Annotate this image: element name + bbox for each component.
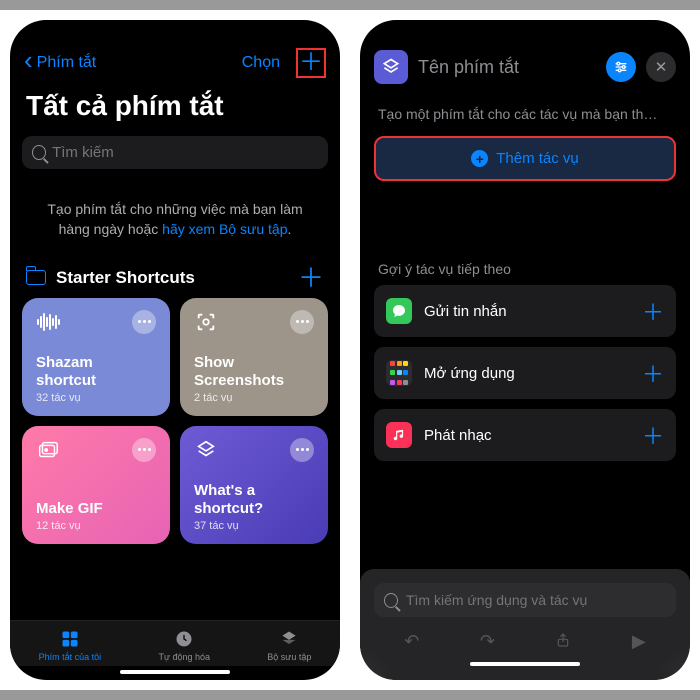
- shortcut-card[interactable]: Shazam shortcut 32 tác vụ: [22, 298, 170, 416]
- card-more-button[interactable]: [290, 310, 314, 334]
- suggestion-label: Gửi tin nhắn: [424, 303, 630, 320]
- editor-hint: Tạo một phím tắt cho các tác vụ mà bạn t…: [360, 92, 690, 136]
- add-suggestion-button[interactable]: ＋: [642, 295, 664, 327]
- suggestion-label: Phát nhạc: [424, 427, 630, 444]
- gallery-link[interactable]: hãy xem Bộ sưu tập: [162, 221, 287, 237]
- apps-grid-icon: [386, 360, 412, 386]
- shortcuts-icon: [194, 438, 218, 462]
- tab-automation[interactable]: Tự động hóa: [158, 629, 210, 662]
- tab-gallery[interactable]: Bộ sưu tập: [267, 629, 311, 662]
- redo-button[interactable]: ↷: [480, 631, 495, 654]
- shortcut-card[interactable]: What's a shortcut? 37 tác vụ: [180, 426, 328, 544]
- editor-header: Tên phím tắt ✕: [360, 40, 690, 92]
- shortcut-card[interactable]: Make GIF 12 tác vụ: [22, 426, 170, 544]
- card-subtitle: 2 tác vụ: [194, 392, 314, 404]
- play-button[interactable]: ▶: [632, 631, 646, 654]
- card-more-button[interactable]: [132, 438, 156, 462]
- tab-my-shortcuts[interactable]: Phím tắt của tôi: [39, 629, 102, 662]
- action-search-bar[interactable]: [374, 583, 676, 617]
- search-icon: [384, 593, 398, 608]
- card-title: Make GIF: [36, 500, 156, 518]
- chevron-left-icon: [24, 52, 35, 74]
- bottom-panel: ↶ ↷ ▶: [360, 569, 690, 680]
- page-title: Tất cả phím tắt: [10, 86, 340, 132]
- shortcut-grid: Shazam shortcut 32 tác vụ Show Screenshot…: [10, 298, 340, 544]
- card-more-button[interactable]: [132, 310, 156, 334]
- add-action-button[interactable]: + Thêm tác vụ: [374, 136, 676, 181]
- add-action-label: Thêm tác vụ: [496, 150, 579, 167]
- camera-frame-icon: [194, 310, 218, 334]
- back-label: Phím tắt: [37, 54, 97, 72]
- share-button[interactable]: [555, 631, 571, 654]
- select-button[interactable]: Chọn: [242, 54, 280, 72]
- card-title: Show Screenshots: [194, 354, 314, 390]
- card-subtitle: 12 tác vụ: [36, 520, 156, 532]
- back-button[interactable]: Phím tắt: [24, 52, 96, 74]
- card-title: What's a shortcut?: [194, 482, 314, 518]
- shortcut-app-icon[interactable]: [374, 50, 408, 84]
- empty-hint: Tạo phím tắt cho những việc mà bạn làm h…: [10, 181, 340, 260]
- add-suggestion-button[interactable]: ＋: [642, 357, 664, 389]
- search-icon: [32, 145, 46, 160]
- phone-right: Tên phím tắt ✕ Tạo một phím tắt cho các …: [360, 20, 690, 680]
- card-title: Shazam shortcut: [36, 354, 156, 390]
- messages-icon: [386, 298, 412, 324]
- suggestion-row[interactable]: Phát nhạc ＋: [374, 409, 676, 461]
- search-input[interactable]: [52, 144, 318, 161]
- card-more-button[interactable]: [290, 438, 314, 462]
- suggestion-row[interactable]: Gửi tin nhắn ＋: [374, 285, 676, 337]
- plus-circle-icon: +: [471, 150, 488, 167]
- section-header: Starter Shortcuts ＋: [10, 260, 340, 298]
- photos-icon: [36, 438, 60, 462]
- shortcut-name-field[interactable]: Tên phím tắt: [418, 57, 596, 78]
- waveform-icon: [36, 310, 60, 334]
- suggestion-label: Mở ứng dụng: [424, 365, 630, 382]
- shortcut-card[interactable]: Show Screenshots 2 tác vụ: [180, 298, 328, 416]
- phone-left: Phím tắt Chọn ＋ Tất cả phím tắt Tạo phím…: [10, 20, 340, 680]
- plus-icon: ＋: [299, 53, 323, 73]
- tab-bar: Phím tắt của tôi Tự động hóa Bộ sưu tập: [10, 620, 340, 666]
- home-indicator[interactable]: [120, 670, 230, 674]
- shortcut-settings-button[interactable]: [606, 52, 636, 82]
- section-add-button[interactable]: ＋: [298, 268, 324, 288]
- suggestions-label: Gợi ý tác vụ tiếp theo: [360, 181, 690, 285]
- action-search-input[interactable]: [406, 592, 666, 608]
- card-subtitle: 37 tác vụ: [194, 520, 314, 532]
- music-icon: [386, 422, 412, 448]
- home-indicator[interactable]: [470, 662, 580, 666]
- undo-button[interactable]: ↶: [404, 631, 419, 654]
- section-title: Starter Shortcuts: [56, 268, 195, 288]
- card-subtitle: 32 tác vụ: [36, 392, 156, 404]
- search-bar[interactable]: [22, 136, 328, 169]
- suggestion-row[interactable]: Mở ứng dụng ＋: [374, 347, 676, 399]
- nav-bar: Phím tắt Chọn ＋: [10, 40, 340, 86]
- folder-icon: [26, 270, 46, 285]
- add-suggestion-button[interactable]: ＋: [642, 419, 664, 451]
- close-button[interactable]: ✕: [646, 52, 676, 82]
- add-shortcut-button[interactable]: ＋: [296, 48, 326, 78]
- toolbar: ↶ ↷ ▶: [374, 617, 676, 658]
